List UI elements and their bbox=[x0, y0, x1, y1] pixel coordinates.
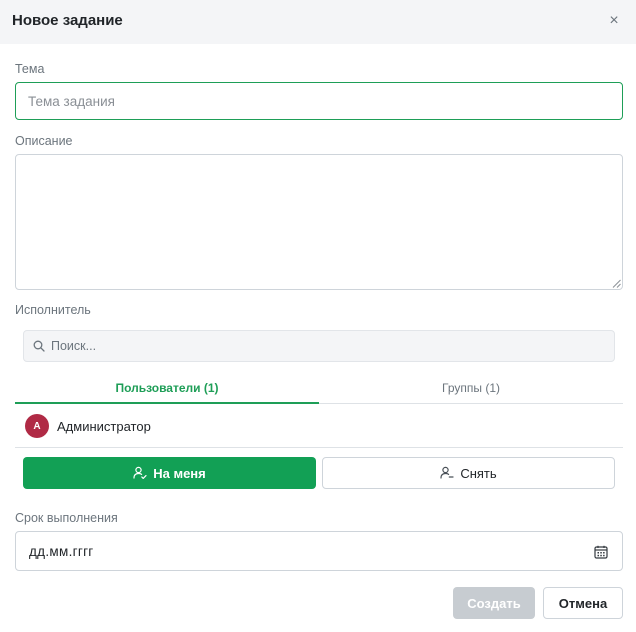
user-name: Администратор bbox=[57, 419, 151, 434]
tab-groups[interactable]: Группы (1) bbox=[319, 372, 623, 403]
user-check-icon bbox=[133, 466, 147, 479]
description-label: Описание bbox=[15, 134, 73, 148]
user-list-item[interactable]: A Администратор bbox=[15, 406, 623, 448]
dialog-header: Новое задание × bbox=[0, 0, 636, 44]
assignee-search-input[interactable] bbox=[51, 331, 611, 361]
dialog-title: Новое задание bbox=[12, 12, 123, 29]
close-icon: × bbox=[609, 12, 619, 29]
assignee-label: Исполнитель bbox=[15, 303, 91, 317]
assign-me-button[interactable]: На меня bbox=[23, 457, 316, 489]
subject-label: Тема bbox=[15, 62, 45, 76]
due-date-placeholder: дд.мм.гггг bbox=[29, 544, 94, 559]
search-icon bbox=[33, 340, 45, 352]
remove-assignee-button[interactable]: Снять bbox=[322, 457, 615, 489]
due-date-input[interactable]: дд.мм.гггг bbox=[15, 531, 623, 571]
user-minus-icon bbox=[440, 466, 454, 479]
assignee-tabs: Пользователи (1) Группы (1) bbox=[15, 372, 623, 404]
assignee-search bbox=[23, 330, 615, 362]
calendar-icon[interactable] bbox=[594, 545, 608, 559]
due-date-label: Срок выполнения bbox=[15, 511, 118, 525]
avatar: A bbox=[25, 414, 49, 438]
remove-assignee-label: Снять bbox=[460, 465, 497, 481]
tab-users[interactable]: Пользователи (1) bbox=[15, 372, 319, 404]
subject-input[interactable] bbox=[15, 82, 623, 120]
assign-me-label: На меня bbox=[153, 465, 206, 481]
resize-grip-icon[interactable] bbox=[612, 279, 621, 288]
close-button[interactable]: × bbox=[606, 12, 622, 30]
cancel-button[interactable]: Отмена bbox=[543, 587, 623, 619]
create-button[interactable]: Создать bbox=[453, 587, 535, 619]
description-textarea[interactable] bbox=[15, 154, 623, 290]
